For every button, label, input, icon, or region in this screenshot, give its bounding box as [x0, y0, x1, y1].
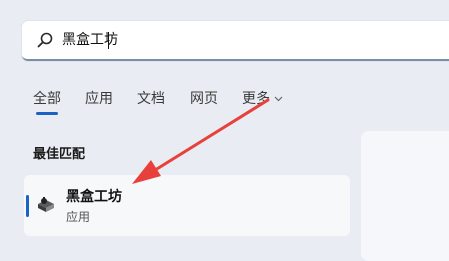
search-box[interactable]: 黑盒工坊	[22, 21, 449, 61]
selection-accent	[26, 195, 29, 217]
tab-web[interactable]: 网页	[190, 88, 218, 108]
tab-all[interactable]: 全部	[33, 88, 61, 108]
details-panel	[361, 131, 449, 261]
tab-apps[interactable]: 应用	[85, 88, 113, 108]
result-app-type: 应用	[66, 210, 91, 224]
search-icon	[37, 32, 53, 48]
text-cursor	[108, 32, 109, 49]
active-tab-indicator	[36, 112, 58, 115]
result-app-name: 黑盒工坊	[66, 189, 122, 205]
tab-more[interactable]: 更多	[242, 88, 283, 108]
tab-more-label: 更多	[242, 91, 270, 107]
chevron-down-icon	[274, 96, 283, 102]
best-match-heading: 最佳匹配	[33, 147, 86, 162]
best-match-result[interactable]: 黑盒工坊 应用	[24, 175, 350, 236]
search-input[interactable]: 黑盒工坊	[62, 21, 118, 59]
app-icon	[38, 197, 54, 212]
tab-documents[interactable]: 文档	[137, 88, 165, 108]
